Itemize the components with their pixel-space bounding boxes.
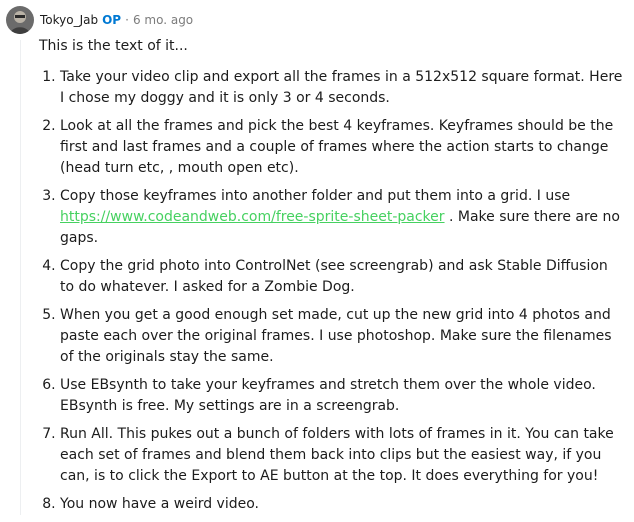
steps-list: Take your video clip and export all the … [39, 67, 624, 515]
list-item: Take your video clip and export all the … [60, 67, 624, 109]
thread-line[interactable] [20, 40, 21, 515]
list-item: Look at all the frames and pick the best… [60, 116, 624, 179]
op-badge: OP [102, 13, 122, 27]
list-item: Copy the grid photo into ControlNet (see… [60, 256, 624, 298]
comment-intro: This is the text of it... [39, 38, 188, 54]
sprite-sheet-packer-link[interactable]: https://www.codeandweb.com/free-sprite-s… [60, 209, 445, 225]
list-item: When you get a good enough set made, cut… [60, 305, 624, 368]
list-item-text: Copy those keyframes into another folder… [60, 188, 571, 204]
comment-body: This is the text of it... Take your vide… [39, 36, 624, 522]
timestamp[interactable]: 6 mo. ago [133, 13, 193, 27]
avatar[interactable] [6, 6, 34, 34]
comment-header: Tokyo_Jab OP · 6 mo. ago [6, 6, 193, 34]
meta-separator: · [125, 13, 129, 27]
author-name[interactable]: Tokyo_Jab [40, 13, 98, 27]
list-item: You now have a weird video. [60, 494, 624, 515]
list-item: Run All. This pukes out a bunch of folde… [60, 424, 624, 487]
list-item: Use EBsynth to take your keyframes and s… [60, 375, 624, 417]
comment-meta: Tokyo_Jab OP · 6 mo. ago [40, 13, 193, 27]
list-item: Copy those keyframes into another folder… [60, 186, 624, 249]
